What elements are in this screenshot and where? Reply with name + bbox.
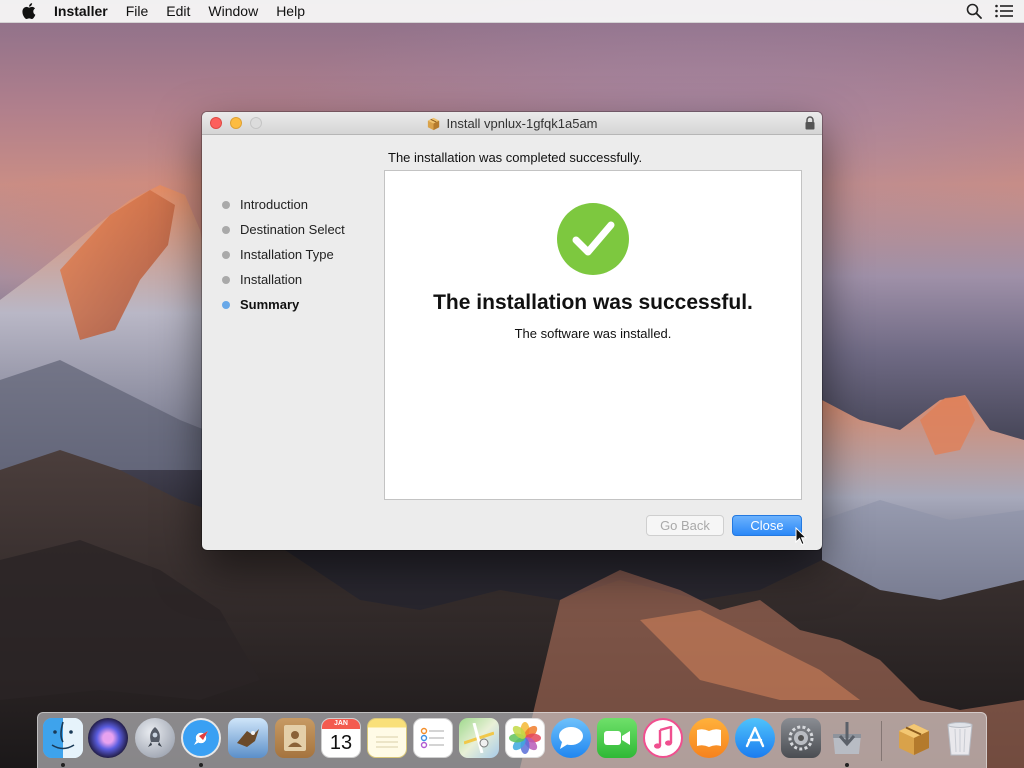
photos-icon[interactable] bbox=[505, 718, 545, 758]
ibooks-icon[interactable] bbox=[689, 718, 729, 758]
menu-bar: Installer File Edit Window Help bbox=[0, 0, 1024, 23]
siri-icon[interactable] bbox=[88, 718, 128, 758]
package-icon bbox=[428, 117, 440, 130]
step-bullet-icon bbox=[222, 300, 230, 309]
summary-pane: The installation was successful. The sof… bbox=[384, 170, 802, 500]
trash-icon[interactable] bbox=[940, 718, 980, 758]
contacts-icon[interactable] bbox=[275, 718, 315, 758]
dock-separator bbox=[881, 721, 882, 761]
installer-window: Install vpnlux-1gfqk1a5am The installati… bbox=[202, 112, 822, 550]
launchpad-icon[interactable] bbox=[135, 718, 175, 758]
finder-icon[interactable] bbox=[43, 718, 83, 758]
success-subtext: The software was installed. bbox=[514, 326, 672, 341]
window-title: Install vpnlux-1gfqk1a5am bbox=[446, 115, 598, 131]
step-summary: Summary bbox=[222, 292, 382, 317]
step-label: Destination Select bbox=[240, 222, 345, 237]
menu-edit[interactable]: Edit bbox=[157, 0, 199, 22]
calendar-icon[interactable]: JAN 13 bbox=[321, 718, 361, 758]
menu-file[interactable]: File bbox=[117, 0, 158, 22]
dock: JAN 13 bbox=[37, 712, 987, 768]
step-installation: Installation bbox=[222, 267, 382, 292]
itunes-icon[interactable] bbox=[643, 718, 683, 758]
status-text: The installation was completed successfu… bbox=[388, 150, 643, 165]
step-bullet-icon bbox=[222, 275, 230, 284]
messages-icon[interactable] bbox=[551, 718, 591, 758]
menu-app-name[interactable]: Installer bbox=[40, 0, 117, 22]
app-store-icon[interactable] bbox=[735, 718, 775, 758]
step-introduction: Introduction bbox=[222, 192, 382, 217]
step-label: Installation bbox=[240, 272, 303, 287]
calendar-month: JAN bbox=[322, 719, 360, 729]
step-bullet-icon bbox=[222, 200, 230, 209]
notification-center-icon[interactable] bbox=[994, 1, 1014, 21]
menu-help[interactable]: Help bbox=[267, 0, 314, 22]
package-icon[interactable] bbox=[894, 718, 934, 758]
step-bullet-icon bbox=[222, 250, 230, 259]
step-label: Summary bbox=[240, 297, 300, 312]
success-headline: The installation was successful. bbox=[433, 291, 753, 314]
facetime-icon[interactable] bbox=[597, 718, 637, 758]
apple-icon[interactable] bbox=[18, 0, 40, 22]
step-label: Installation Type bbox=[240, 247, 334, 262]
calendar-day: 13 bbox=[329, 732, 353, 754]
spotlight-search-icon[interactable] bbox=[964, 1, 984, 21]
installer-steps: Introduction Destination Select Installa… bbox=[222, 192, 382, 317]
mail-icon[interactable] bbox=[228, 718, 268, 758]
notes-icon[interactable] bbox=[367, 718, 407, 758]
close-button[interactable]: Close bbox=[732, 515, 802, 536]
installer-icon[interactable] bbox=[827, 718, 867, 758]
step-label: Introduction bbox=[240, 197, 308, 212]
step-installation-type: Installation Type bbox=[222, 242, 382, 267]
maps-icon[interactable] bbox=[459, 718, 499, 758]
step-bullet-icon bbox=[222, 225, 230, 234]
lock-icon[interactable] bbox=[804, 116, 816, 130]
success-checkmark-icon bbox=[557, 203, 629, 275]
safari-icon[interactable] bbox=[181, 718, 221, 758]
go-back-button[interactable]: Go Back bbox=[646, 515, 724, 536]
menu-window[interactable]: Window bbox=[199, 0, 267, 22]
step-destination-select: Destination Select bbox=[222, 217, 382, 242]
title-bar[interactable]: Install vpnlux-1gfqk1a5am bbox=[202, 112, 822, 135]
mouse-pointer-icon bbox=[795, 527, 807, 546]
system-preferences-icon[interactable] bbox=[781, 718, 821, 758]
reminders-icon[interactable] bbox=[413, 718, 453, 758]
